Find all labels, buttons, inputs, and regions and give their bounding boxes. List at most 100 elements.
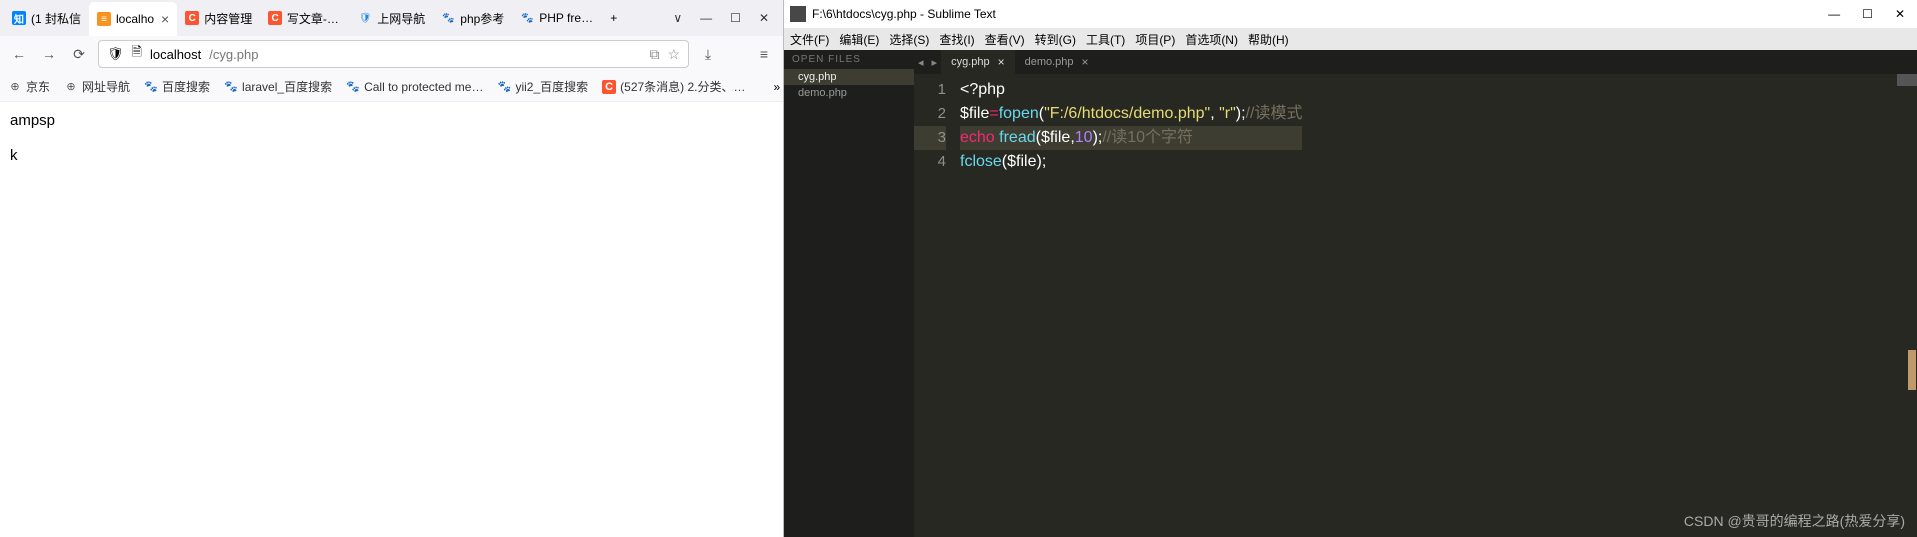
tab-nav-left-icon[interactable]: ◂ bbox=[914, 56, 928, 69]
close-icon[interactable]: × bbox=[998, 55, 1005, 69]
shield-icon[interactable]: 🛡 bbox=[107, 46, 124, 62]
tab-nav[interactable]: 🛡 上网导航 bbox=[350, 3, 433, 33]
globe-icon: ⊕ bbox=[8, 80, 22, 94]
tab-label: PHP fread bbox=[539, 11, 594, 25]
minimize-button[interactable]: — bbox=[1828, 7, 1840, 21]
sidebar-file-demo[interactable]: demo.php bbox=[784, 85, 914, 101]
code-editor[interactable]: 1 2 3 4 <?php$file=fopen("F:/6/htdocs/de… bbox=[914, 74, 1917, 537]
menu-project[interactable]: 项目(P) bbox=[1135, 31, 1175, 48]
bookmark-laravel[interactable]: 🐾laravel_百度搜索 bbox=[224, 78, 332, 95]
tab-php1[interactable]: 🐾 php参考 bbox=[433, 3, 512, 33]
paw-icon: 🐾 bbox=[520, 11, 534, 25]
file-tabs: ◂ ▸ cyg.php× demo.php× bbox=[914, 50, 1917, 74]
tab-label: 上网导航 bbox=[377, 10, 425, 27]
editor-body: OPEN FILES cyg.php demo.php ◂ ▸ cyg.php×… bbox=[784, 50, 1917, 537]
url-path: /cyg.php bbox=[209, 47, 258, 62]
menu-preferences[interactable]: 首选项(N) bbox=[1185, 31, 1238, 48]
zhihu-icon: 知 bbox=[12, 11, 26, 25]
title-bar[interactable]: F:\6\htdocs\cyg.php - Sublime Text — ☐ ✕ bbox=[784, 0, 1917, 28]
browser-window: 知 (1 封私信 ≡ localho × C 内容管理 C 写文章-CS 🛡 上网导航 🐾 p… bbox=[0, 0, 784, 537]
bookmark-jd[interactable]: ⊕京东 bbox=[8, 78, 50, 95]
menu-find[interactable]: 查找(I) bbox=[939, 31, 974, 48]
nav-bar: ← → ⟳ 🛡 🗎 localhost/cyg.php ⧉ ☆ ⤓ ≡ bbox=[0, 36, 783, 72]
close-button[interactable]: ✕ bbox=[1895, 7, 1905, 21]
code-area[interactable]: <?php$file=fopen("F:/6/htdocs/demo.php",… bbox=[954, 74, 1302, 537]
page-text-line1: ampsp bbox=[10, 112, 773, 129]
tab-zhihu[interactable]: 知 (1 封私信 bbox=[4, 3, 89, 33]
paw-icon: 🐾 bbox=[497, 80, 511, 94]
menu-bar: 文件(F) 编辑(E) 选择(S) 查找(I) 查看(V) 转到(G) 工具(T… bbox=[784, 28, 1917, 50]
paw-icon: 🐾 bbox=[144, 80, 158, 94]
tab-label: (1 封私信 bbox=[31, 10, 81, 27]
tab-localhost[interactable]: ≡ localho × bbox=[89, 2, 177, 36]
sidebar-head: OPEN FILES bbox=[784, 50, 914, 69]
url-domain: localhost bbox=[150, 47, 201, 62]
bookmark-yii2[interactable]: 🐾yii2_百度搜索 bbox=[497, 78, 588, 95]
scrollbar[interactable] bbox=[1908, 350, 1916, 390]
tab-csdn2[interactable]: C 写文章-CS bbox=[260, 3, 350, 33]
sublime-icon bbox=[790, 6, 806, 22]
chevron-down-icon[interactable]: ∨ bbox=[673, 11, 682, 25]
paw-icon: 🐾 bbox=[346, 80, 360, 94]
bookmark-msg[interactable]: C(527条消息) 2.分类、… bbox=[602, 78, 745, 95]
doc-icon: 🗎 bbox=[132, 43, 142, 65]
menu-edit[interactable]: 编辑(E) bbox=[839, 31, 879, 48]
window-controls: — ☐ ✕ bbox=[1828, 7, 1911, 21]
file-tab-cyg[interactable]: cyg.php× bbox=[941, 50, 1015, 74]
window-title: F:\6\htdocs\cyg.php - Sublime Text bbox=[812, 7, 996, 21]
bookmarks-bar: ⊕京东 ⊕网址导航 🐾百度搜索 🐾laravel_百度搜索 🐾Call to p… bbox=[0, 72, 783, 102]
reader-icon[interactable]: ⧉ bbox=[649, 46, 659, 63]
bookmark-call[interactable]: 🐾Call to protected me… bbox=[346, 80, 483, 94]
new-tab-button[interactable]: + bbox=[602, 3, 625, 33]
menu-goto[interactable]: 转到(G) bbox=[1035, 31, 1076, 48]
menu-select[interactable]: 选择(S) bbox=[889, 31, 929, 48]
tab-csdn1[interactable]: C 内容管理 bbox=[177, 3, 260, 33]
close-icon[interactable]: × bbox=[161, 11, 169, 27]
tab-label: php参考 bbox=[460, 10, 504, 27]
shield-icon: 🛡 bbox=[358, 11, 372, 25]
forward-button[interactable]: → bbox=[38, 46, 60, 62]
paw-icon: 🐾 bbox=[441, 11, 455, 25]
url-bar[interactable]: 🛡 🗎 localhost/cyg.php ⧉ ☆ bbox=[98, 40, 689, 68]
reload-button[interactable]: ⟳ bbox=[68, 46, 90, 63]
sublime-window: F:\6\htdocs\cyg.php - Sublime Text — ☐ ✕… bbox=[784, 0, 1917, 537]
minimap[interactable] bbox=[1897, 74, 1917, 114]
tabs-bar: 知 (1 封私信 ≡ localho × C 内容管理 C 写文章-CS 🛡 上网导航 🐾 p… bbox=[0, 0, 783, 36]
file-tab-demo[interactable]: demo.php× bbox=[1015, 50, 1099, 74]
csdn-icon: C bbox=[185, 11, 199, 25]
close-button[interactable]: ✕ bbox=[759, 11, 769, 25]
sidebar-file-cyg[interactable]: cyg.php bbox=[784, 69, 914, 85]
globe-icon: ⊕ bbox=[64, 80, 78, 94]
maximize-button[interactable]: ☐ bbox=[1862, 7, 1873, 21]
sidebar: OPEN FILES cyg.php demo.php bbox=[784, 50, 914, 537]
tab-label: localho bbox=[116, 12, 154, 26]
maximize-button[interactable]: ☐ bbox=[730, 11, 741, 25]
window-controls: ∨ — ☐ ✕ bbox=[663, 11, 779, 25]
tab-nav-right-icon[interactable]: ▸ bbox=[928, 56, 942, 69]
menu-file[interactable]: 文件(F) bbox=[790, 31, 829, 48]
bookmark-wz[interactable]: ⊕网址导航 bbox=[64, 78, 130, 95]
watermark: CSDN @贵哥的编程之路(热爱分享) bbox=[1684, 511, 1905, 531]
editor-main: ◂ ▸ cyg.php× demo.php× 1 2 3 4 <?php$fil… bbox=[914, 50, 1917, 537]
menu-view[interactable]: 查看(V) bbox=[985, 31, 1025, 48]
menu-help[interactable]: 帮助(H) bbox=[1248, 31, 1289, 48]
tab-php2[interactable]: 🐾 PHP fread bbox=[512, 3, 602, 33]
close-icon[interactable]: × bbox=[1082, 55, 1089, 69]
line-gutter: 1 2 3 4 bbox=[914, 74, 954, 537]
bookmarks-more[interactable]: » bbox=[774, 80, 781, 94]
paw-icon: 🐾 bbox=[224, 80, 238, 94]
xampp-icon: ≡ bbox=[97, 12, 111, 26]
tab-label: 内容管理 bbox=[204, 10, 252, 27]
star-icon[interactable]: ☆ bbox=[667, 46, 680, 63]
page-text-line2: k bbox=[10, 147, 773, 164]
menu-tools[interactable]: 工具(T) bbox=[1086, 31, 1125, 48]
tab-label: 写文章-CS bbox=[287, 10, 342, 27]
minimize-button[interactable]: — bbox=[700, 11, 712, 25]
csdn-icon: C bbox=[602, 80, 616, 94]
back-button[interactable]: ← bbox=[8, 46, 30, 62]
bookmark-baidu[interactable]: 🐾百度搜索 bbox=[144, 78, 210, 95]
menu-icon[interactable]: ≡ bbox=[753, 46, 775, 62]
csdn-icon: C bbox=[268, 11, 282, 25]
download-icon[interactable]: ⤓ bbox=[697, 46, 719, 63]
page-content: ampsp k bbox=[0, 102, 783, 537]
